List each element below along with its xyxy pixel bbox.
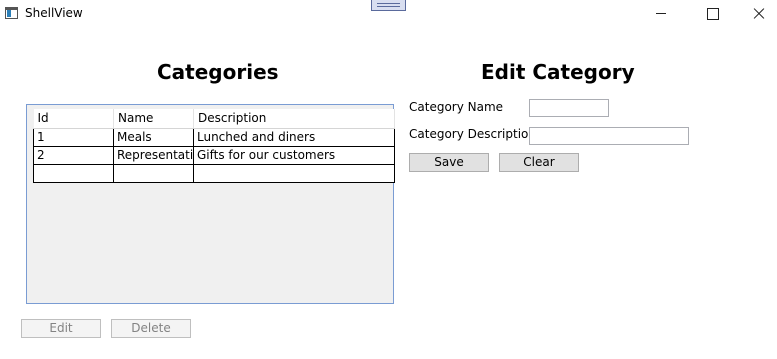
- minimize-icon[interactable]: [637, 0, 683, 28]
- new-row[interactable]: [33, 163, 395, 183]
- cell-description[interactable]: Lunched and diners: [193, 127, 395, 147]
- maximize-icon[interactable]: [689, 0, 735, 28]
- category-description-input[interactable]: [529, 127, 689, 145]
- delete-button[interactable]: Delete: [111, 319, 191, 338]
- category-description-label: Category Description: [409, 127, 536, 141]
- categories-heading: Categories: [157, 60, 279, 84]
- save-button[interactable]: Save: [409, 153, 489, 172]
- title-bar: ShellView: [0, 0, 777, 28]
- cell-name[interactable]: Meals: [113, 127, 194, 147]
- clear-button[interactable]: Clear: [499, 153, 579, 172]
- category-name-label: Category Name: [409, 100, 504, 114]
- column-header-name[interactable]: Name: [113, 109, 194, 129]
- table-row[interactable]: 2 Representati Gifts for our customers: [33, 145, 395, 165]
- window-title: ShellView: [25, 6, 83, 20]
- new-cell-name[interactable]: [113, 163, 194, 183]
- drag-handle[interactable]: [371, 0, 406, 11]
- cell-description[interactable]: Gifts for our customers: [193, 145, 395, 165]
- edit-button[interactable]: Edit: [21, 319, 101, 338]
- column-header-description[interactable]: Description: [193, 109, 395, 129]
- categories-table: Id Name Description 1 Meals Lunched and …: [33, 109, 395, 183]
- categories-grid[interactable]: Id Name Description 1 Meals Lunched and …: [26, 104, 395, 304]
- new-cell-id[interactable]: [33, 163, 114, 183]
- category-name-input[interactable]: [529, 99, 609, 117]
- new-cell-description[interactable]: [193, 163, 395, 183]
- app-window-icon[interactable]: [5, 7, 18, 19]
- cell-name[interactable]: Representati: [113, 145, 194, 165]
- cell-id[interactable]: 2: [33, 145, 114, 165]
- grid-header-row: Id Name Description: [33, 109, 395, 129]
- edit-category-heading: Edit Category: [481, 60, 635, 84]
- column-header-id[interactable]: Id: [33, 109, 114, 129]
- table-row[interactable]: 1 Meals Lunched and diners: [33, 127, 395, 147]
- cell-id[interactable]: 1: [33, 127, 114, 147]
- close-icon[interactable]: [734, 0, 777, 28]
